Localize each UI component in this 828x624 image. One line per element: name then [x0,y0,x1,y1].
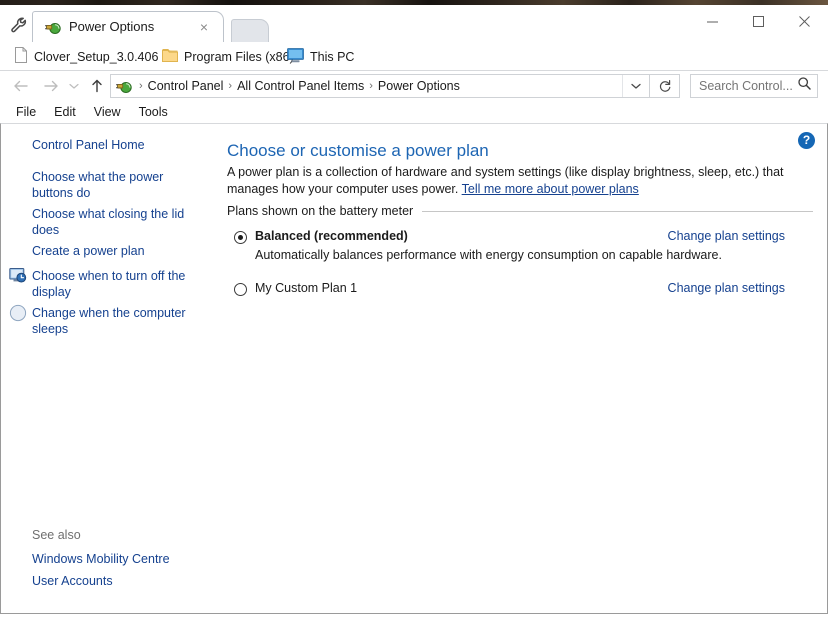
task-pane: Control Panel Home Choose what the power… [1,124,220,613]
change-plan-settings-custom[interactable]: Change plan settings [668,281,785,295]
arrow-left-icon [14,80,28,92]
chevron-down-icon [69,83,79,89]
tab-close-icon[interactable]: × [197,19,211,35]
radio-balanced[interactable] [234,231,247,244]
arrow-right-icon [44,80,58,92]
tab-power-options[interactable]: Power Options × [32,11,224,43]
sidebar-item-turn-off-display[interactable]: Choose when to turn off the display [32,268,197,300]
plans-group-header: Plans shown on the battery meter [227,204,813,218]
breadcrumb-item-control-panel[interactable]: Control Panel [145,79,227,93]
breadcrumb[interactable]: › Control Panel › All Control Panel Item… [110,74,680,98]
arrow-up-icon [92,79,102,93]
search-icon[interactable] [797,76,812,96]
maximize-button[interactable] [735,5,781,37]
bookmark-label: This PC [310,49,355,64]
moon-sleep-icon [9,304,27,322]
menu-view[interactable]: View [86,103,129,121]
close-button[interactable] [781,5,827,37]
power-plug-icon [45,19,62,36]
tab-title: Power Options [69,19,155,34]
main-pane: ? Choose or customise a power plan A pow… [220,124,827,613]
tell-me-more-link[interactable]: Tell me more about power plans [462,182,639,196]
menu-file[interactable]: File [8,103,44,121]
breadcrumb-item-power-options[interactable]: Power Options [375,79,463,93]
power-plug-icon [116,78,133,95]
tab-strip: Power Options × [0,5,828,43]
menu-bar: File Edit View Tools [0,101,828,123]
file-icon [14,47,28,66]
change-plan-settings-balanced[interactable]: Change plan settings [668,229,785,243]
radio-my-custom-plan-1[interactable] [234,283,247,296]
maximize-icon [752,15,764,27]
content-area: Control Panel Home Choose what the power… [0,123,828,614]
back-button[interactable] [10,75,32,97]
display-clock-icon [9,267,27,285]
wrench-icon[interactable] [9,15,29,35]
bookmark-this-pc[interactable]: This PC [283,46,358,67]
folder-icon [162,48,178,65]
clover-explorer-window: Power Options × Clover_Setup_3.0.406 Pro… [0,5,828,624]
plan-description-balanced: Automatically balances performance with … [255,248,722,262]
new-tab-button[interactable] [231,19,269,43]
up-one-level-button[interactable] [86,75,108,97]
group-divider [422,210,813,212]
refresh-icon [659,80,670,92]
breadcrumb-separator: › [369,80,373,92]
bookmark-label: Program Files (x86) [184,49,294,64]
sidebar-item-computer-sleeps[interactable]: Change when the computer sleeps [32,305,197,337]
menu-edit[interactable]: Edit [46,103,84,121]
sidebar-item-closing-lid[interactable]: Choose what closing the lid does [32,206,192,238]
menu-tools[interactable]: Tools [131,103,176,121]
see-also-link-user-accounts[interactable]: User Accounts [32,574,113,588]
breadcrumb-item-all-control-panel-items[interactable]: All Control Panel Items [234,79,367,93]
sidebar-item-power-buttons[interactable]: Choose what the power buttons do [32,169,177,201]
page-title: Choose or customise a power plan [227,141,489,160]
search-box[interactable] [690,74,818,98]
forward-button[interactable] [40,75,62,97]
plan-name-balanced[interactable]: Balanced (recommended) [255,229,408,243]
refresh-button[interactable] [649,75,679,97]
sidebar-item-create-power-plan[interactable]: Create a power plan [32,243,207,259]
plans-group-label: Plans shown on the battery meter [227,204,414,218]
breadcrumb-separator: › [139,80,143,92]
bookmark-program-files[interactable]: Program Files (x86) [158,46,298,67]
plan-name-my-custom-plan-1[interactable]: My Custom Plan 1 [255,281,357,295]
monitor-icon [287,47,304,66]
minimize-icon [706,21,718,22]
search-input[interactable] [691,79,795,93]
see-also-link-windows-mobility-centre[interactable]: Windows Mobility Centre [32,552,170,566]
chevron-down-icon [631,83,641,89]
close-icon [798,15,810,27]
bookmark-label: Clover_Setup_3.0.406 [34,49,159,64]
bookmark-clover-setup[interactable]: Clover_Setup_3.0.406 [10,46,162,67]
page-description: A power plan is a collection of hardware… [227,164,812,198]
bookmark-bar: Clover_Setup_3.0.406 Program Files (x86)… [0,43,828,71]
breadcrumb-dropdown-button[interactable] [622,75,649,97]
sidebar-item-control-panel-home[interactable]: Control Panel Home [32,137,207,153]
breadcrumb-separator: › [228,80,233,92]
address-bar-row: › Control Panel › All Control Panel Item… [0,71,828,101]
see-also-label: See also [32,528,81,542]
recent-locations-button[interactable] [66,75,82,97]
help-icon[interactable]: ? [798,132,815,149]
minimize-button[interactable] [689,5,735,37]
